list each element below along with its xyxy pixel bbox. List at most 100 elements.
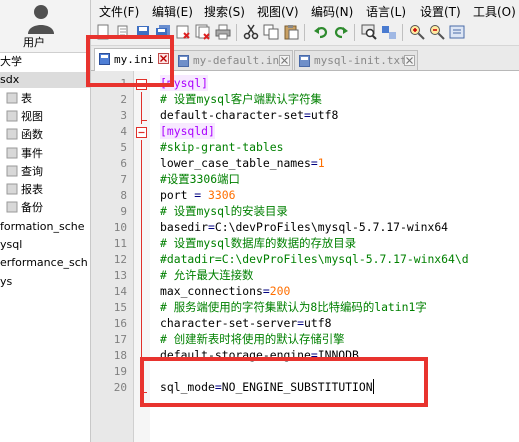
line-number: 2 — [120, 93, 127, 106]
line-number: 9 — [120, 205, 127, 218]
tree-child-item[interactable]: 视图 — [6, 109, 43, 125]
tree-item-label: formation_sche — [0, 220, 85, 233]
tree-item-label: 报表 — [21, 183, 43, 196]
tree-child-item[interactable]: 事件 — [6, 146, 43, 162]
tree-item[interactable]: erformance_sch — [0, 255, 88, 271]
tree-item[interactable]: formation_sche — [0, 219, 84, 235]
fold-guide — [141, 220, 142, 236]
code-line: # 服务端使用的字符集默认为8比特编码的latin1字 — [160, 300, 427, 314]
line-number: 16 — [113, 317, 127, 330]
code-line: max_connections=200 — [160, 284, 291, 298]
line-number: 6 — [120, 157, 127, 170]
menu-item[interactable]: 视图(V) — [257, 3, 299, 20]
line-number-gutter: 1 2 3 4 5 6 7 8 9 10 11 12 13 14 15 16 17 18 19 20 — [91, 71, 134, 442]
line-number: 19 — [113, 365, 127, 378]
tree-node-icon — [6, 147, 18, 159]
zoom-in-icon[interactable] — [409, 24, 425, 40]
line-number: 7 — [120, 173, 127, 186]
tree-item-label: sdx — [0, 73, 20, 86]
close-file-icon[interactable] — [175, 24, 191, 40]
tab-label: my-default.ini — [193, 54, 286, 67]
menu-item[interactable]: 搜索(S) — [204, 3, 245, 20]
code-line: port = 3306 — [160, 188, 236, 202]
tree-node-icon — [6, 128, 18, 140]
fold-guide — [141, 204, 142, 220]
tab-close-icon[interactable] — [404, 55, 415, 66]
tree-item-label: 备份 — [21, 201, 43, 214]
tree-child-item[interactable]: 备份 — [6, 200, 43, 216]
toolbar-separator — [354, 24, 355, 41]
fold-guide — [141, 108, 142, 124]
line-number: 10 — [113, 221, 127, 234]
code-line: # 设置mysql数据库的数据的存放目录 — [160, 236, 357, 250]
tree-item-label: 表 — [21, 92, 32, 105]
cut-icon[interactable] — [243, 24, 259, 40]
undo-icon[interactable] — [313, 24, 329, 40]
toolbar-separator — [402, 24, 403, 41]
tree-item[interactable]: ys — [0, 274, 12, 290]
fold-toggle-icon[interactable] — [136, 127, 147, 138]
tree-item[interactable]: ysql — [0, 237, 22, 253]
menu-bar: 文件(F) 编辑(E) 搜索(S) 视图(V) 编码(N) 语言(L) 设置(T) 工具(O) — [91, 0, 519, 20]
tree-child-item[interactable]: 报表 — [6, 182, 43, 198]
sql-mode-highlight-box — [140, 357, 428, 407]
tree-item-label: 大学 — [0, 55, 22, 68]
tab-my-default-ini[interactable]: my-default.ini — [173, 50, 293, 70]
code-line: basedir=C:\devProFiles\mysql-5.7.17-winx… — [160, 220, 449, 234]
tree-item-label: erformance_sch — [0, 256, 88, 269]
tree-child-item[interactable]: 表 — [6, 91, 32, 107]
sync-scroll-icon[interactable] — [449, 24, 465, 40]
line-number: 5 — [120, 141, 127, 154]
paste-icon[interactable] — [283, 24, 299, 40]
menu-item[interactable]: 编码(N) — [311, 3, 353, 20]
tab-close-icon[interactable] — [279, 55, 290, 66]
tree-item-label: 查询 — [21, 165, 43, 178]
print-icon[interactable] — [215, 24, 231, 40]
toolbar-separator — [304, 24, 305, 41]
code-line: # 设置mysql的安装目录 — [160, 204, 288, 218]
line-number: 8 — [120, 189, 127, 202]
tab-mysql-init-txt[interactable]: mysql-init.txt — [294, 50, 418, 70]
code-line: character-set-server=utf8 — [160, 316, 332, 330]
tree-node-icon — [6, 110, 18, 122]
fold-guide — [141, 92, 142, 108]
menu-item[interactable]: 工具(O) — [473, 3, 516, 20]
tree-item[interactable]: 大学 — [0, 54, 22, 70]
menu-item[interactable]: 编辑(E) — [152, 3, 193, 20]
line-number: 14 — [113, 285, 127, 298]
user-button[interactable]: 用户 — [0, 0, 90, 53]
line-number: 18 — [113, 349, 127, 362]
tree-child-item[interactable]: 函数 — [6, 127, 43, 143]
fold-guide — [141, 172, 142, 188]
menu-item[interactable]: 文件(F) — [99, 3, 139, 20]
replace-icon[interactable] — [381, 24, 397, 40]
menu-item[interactable]: 设置(T) — [420, 3, 461, 20]
tree-node-icon — [6, 201, 18, 213]
tree-child-item[interactable]: 查询 — [6, 164, 43, 180]
zoom-out-icon[interactable] — [429, 24, 445, 40]
menu-item[interactable]: 语言(L) — [366, 3, 406, 20]
tree-node-icon — [6, 183, 18, 195]
tree-item-label: ys — [0, 275, 13, 288]
tree-item-label: 事件 — [21, 147, 43, 160]
navigation-tree-panel: 用户 大学 sdx 表视图函数事件查询报表备份 formation_scheysql e… — [0, 0, 91, 442]
tree-node-icon — [6, 92, 18, 104]
line-number: 17 — [113, 333, 127, 346]
line-number: 13 — [113, 269, 127, 282]
code-line: # 设置mysql客户端默认字符集 — [160, 92, 322, 106]
file-tab-icon — [299, 55, 310, 67]
find-icon[interactable] — [361, 24, 377, 40]
line-number: 4 — [120, 125, 127, 138]
code-line: [mysqld] — [160, 123, 215, 139]
tree-item[interactable]: sdx — [0, 72, 19, 88]
code-line: # 创建新表时将使用的默认存储引擎 — [160, 332, 345, 346]
code-line: #datadir=C:\devProFiles\mysql-5.7.17-win… — [160, 252, 469, 266]
redo-icon[interactable] — [333, 24, 349, 40]
copy-icon[interactable] — [263, 24, 279, 40]
fold-guide — [141, 252, 142, 268]
fold-guide — [141, 300, 142, 316]
line-number: 20 — [113, 381, 127, 394]
close-all-icon[interactable] — [195, 24, 211, 40]
fold-guide — [141, 268, 142, 284]
tree-item-label: 视图 — [21, 110, 43, 123]
